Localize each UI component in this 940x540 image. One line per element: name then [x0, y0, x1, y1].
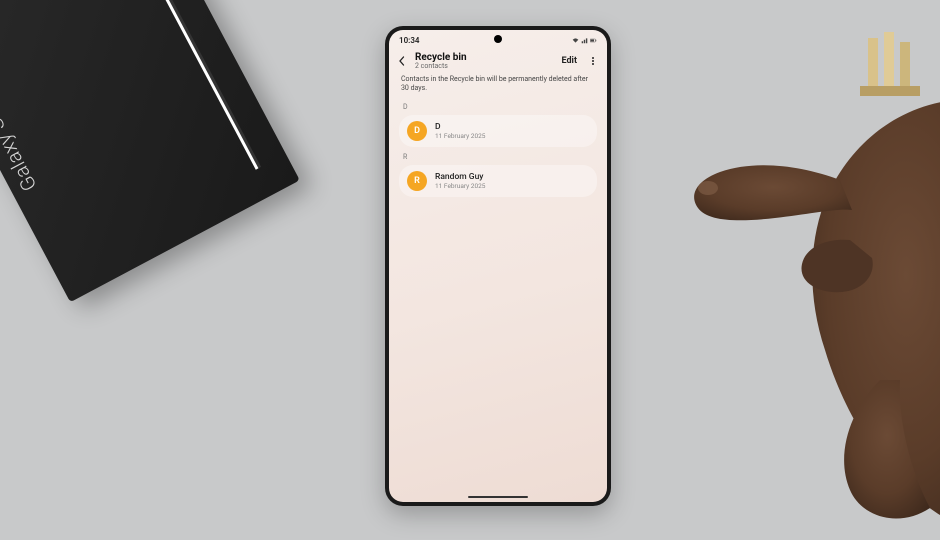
battery-icon [590, 37, 597, 44]
contact-date: 11 February 2025 [435, 182, 485, 190]
product-box-label: Galaxy S25 Ultra [0, 50, 41, 195]
contact-avatar: R [407, 171, 427, 191]
contact-name: Random Guy [435, 172, 485, 182]
info-text: Contacts in the Recycle bin will be perm… [389, 72, 607, 99]
contact-date: 11 February 2025 [435, 132, 485, 140]
contact-info: Random Guy 11 February 2025 [435, 172, 485, 190]
contact-row[interactable]: D D 11 February 2025 [399, 115, 597, 147]
phone-device: 10:34 Recycle bin 2 contacts Edit Cont [385, 26, 611, 506]
back-button[interactable] [395, 54, 409, 68]
section-header: D [389, 99, 607, 113]
box-stripe-decoration [134, 0, 261, 170]
signal-icon [581, 37, 588, 44]
section-header: R [389, 149, 607, 163]
wooden-prop [860, 28, 920, 98]
contact-name: D [435, 122, 485, 132]
hand-pointing [580, 60, 940, 540]
contact-row[interactable]: R Random Guy 11 February 2025 [399, 165, 597, 197]
status-time: 10:34 [399, 36, 419, 45]
status-icons [572, 37, 597, 44]
wifi-icon [572, 37, 579, 44]
contact-avatar: D [407, 121, 427, 141]
contact-info: D 11 February 2025 [435, 122, 485, 140]
page-subtitle: 2 contacts [415, 62, 552, 70]
edit-button[interactable]: Edit [558, 54, 581, 68]
phone-screen: 10:34 Recycle bin 2 contacts Edit Cont [389, 30, 607, 502]
product-box: Galaxy S25 Ultra [0, 0, 300, 302]
app-bar: Recycle bin 2 contacts Edit [389, 48, 607, 72]
more-vertical-icon [592, 57, 594, 59]
camera-cutout [494, 35, 502, 43]
home-indicator[interactable] [468, 496, 528, 499]
chevron-left-icon [397, 56, 407, 66]
more-options-button[interactable] [587, 55, 599, 67]
title-column: Recycle bin 2 contacts [415, 52, 552, 70]
